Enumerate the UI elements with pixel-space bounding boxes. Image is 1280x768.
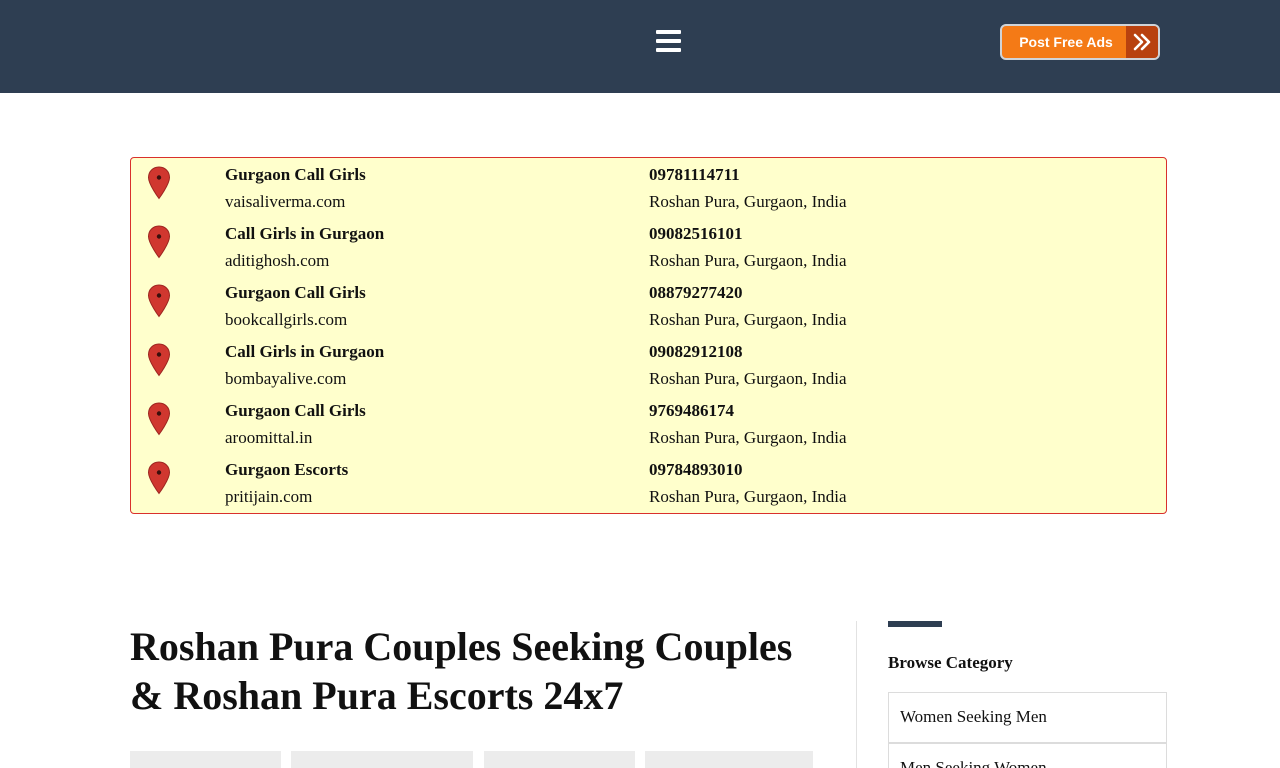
sidebar-category-men-seeking-women[interactable]: Men Seeking Women [888,743,1167,768]
post-free-ads-button[interactable]: Post Free Ads [1000,24,1160,60]
listing-address: Roshan Pura, Gurgaon, India [649,251,847,270]
listing-site: bombayalive.com [225,369,347,388]
listing-address: Roshan Pura, Gurgaon, India [649,369,847,388]
sponsored-listings: Gurgaon Call Girls vaisaliverma.com 0978… [130,157,1167,514]
listing-name[interactable]: Call Girls in Gurgaon [225,341,384,363]
listing-phone: 09082912108 [649,342,743,361]
listing-site: vaisaliverma.com [225,192,346,211]
listing-address: Roshan Pura, Gurgaon, India [649,310,847,329]
listing-name[interactable]: Gurgaon Escorts [225,459,348,481]
sidebar-category-women-seeking-men[interactable]: Women Seeking Men [888,692,1167,743]
image-thumbnail[interactable] [291,751,473,768]
listing-address: Roshan Pura, Gurgaon, India [649,428,847,447]
column-divider [856,621,857,768]
listing-site: aditighosh.com [225,251,330,270]
listing-row[interactable]: Call Girls in Gurgaon bombayalive.com 09… [131,335,1166,391]
listing-row[interactable]: Call Girls in Gurgaon aditighosh.com 090… [131,217,1166,273]
map-pin-icon [147,225,171,259]
map-pin-icon [147,343,171,377]
map-pin-icon [147,166,171,200]
hamburger-icon[interactable] [656,30,684,60]
listing-site: pritijain.com [225,487,313,506]
page-title: Roshan Pura Couples Seeking Couples & Ro… [130,624,793,718]
listing-name[interactable]: Gurgaon Call Girls [225,400,366,422]
post-free-ads-label: Post Free Ads [1019,34,1113,50]
listing-name[interactable]: Gurgaon Call Girls [225,164,366,186]
image-thumbnail[interactable] [484,751,635,768]
double-chevron-right-icon [1126,26,1158,58]
listing-row[interactable]: Gurgaon Call Girls vaisaliverma.com 0978… [131,158,1166,214]
map-pin-icon [147,461,171,495]
listing-row[interactable]: Gurgaon Call Girls aroomittal.in 9769486… [131,394,1166,450]
image-thumbnail[interactable] [130,751,281,768]
listing-phone: 09082516101 [649,224,743,243]
listing-phone: 09784893010 [649,460,743,479]
listing-phone: 08879277420 [649,283,743,302]
listing-row[interactable]: Gurgaon Escorts pritijain.com 0978489301… [131,453,1166,509]
listing-name[interactable]: Gurgaon Call Girls [225,282,366,304]
map-pin-icon [147,284,171,318]
top-navbar: Post Free Ads [0,0,1280,93]
listing-site: bookcallgirls.com [225,310,348,329]
image-thumbnail[interactable] [645,751,813,768]
sidebar-accent-bar [888,621,942,627]
listing-address: Roshan Pura, Gurgaon, India [649,192,847,211]
sidebar-title: Browse Category [888,653,1013,672]
listing-row[interactable]: Gurgaon Call Girls bookcallgirls.com 088… [131,276,1166,332]
listing-phone: 09781114711 [649,165,740,184]
listing-site: aroomittal.in [225,428,313,447]
listing-name[interactable]: Call Girls in Gurgaon [225,223,384,245]
map-pin-icon [147,402,171,436]
listing-phone: 9769486174 [649,401,734,420]
listing-address: Roshan Pura, Gurgaon, India [649,487,847,506]
